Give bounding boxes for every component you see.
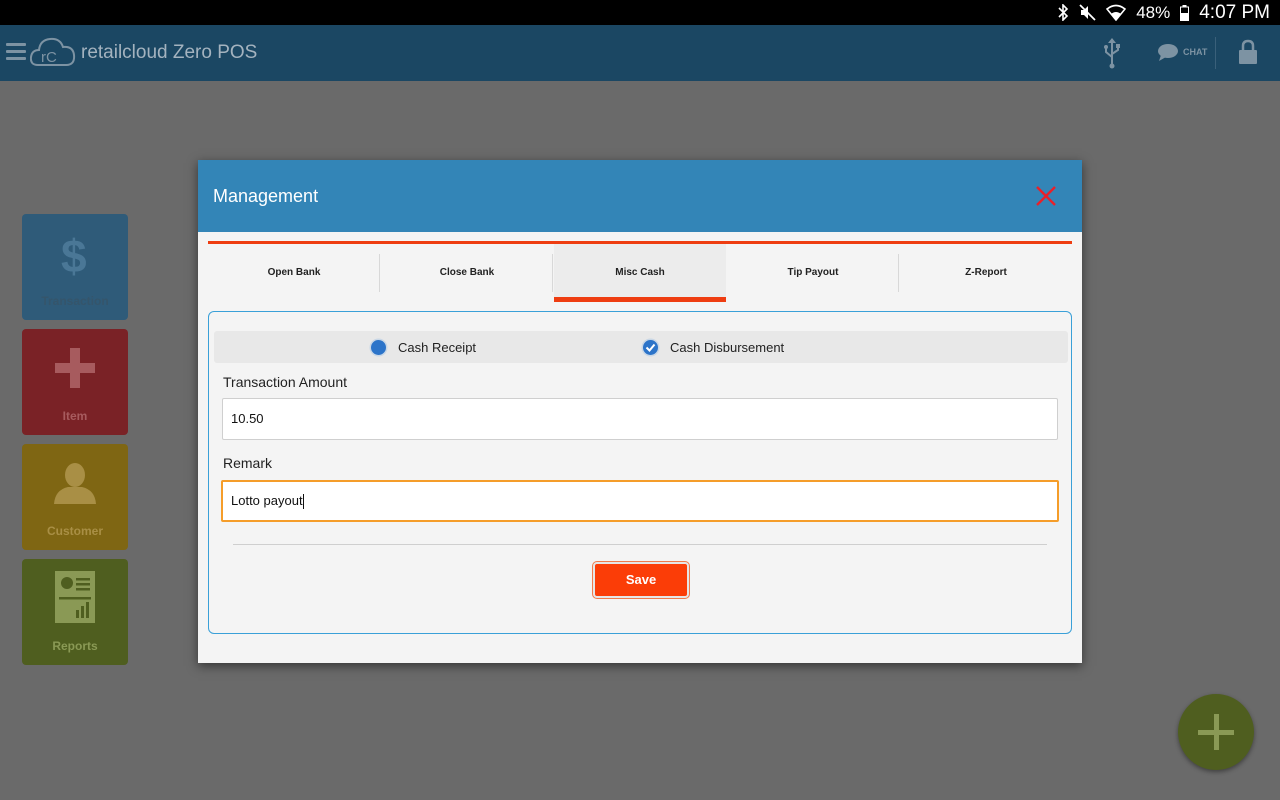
app-bar: rC retailcloud Zero POS CHAT — [0, 25, 1280, 81]
sidebar-tile-customer[interactable]: Customer — [22, 444, 128, 550]
save-button[interactable]: Save — [593, 562, 689, 598]
retailcloud-logo: rC — [30, 37, 76, 66]
radio-checked-icon — [641, 338, 660, 356]
report-icon — [55, 571, 95, 623]
person-icon — [54, 463, 96, 504]
sidebar-tile-label: Reports — [52, 639, 98, 653]
sidebar-tile-item[interactable]: Item — [22, 329, 128, 435]
tab-misc-cash[interactable]: Misc Cash — [554, 244, 726, 302]
lock-icon[interactable] — [1238, 39, 1258, 65]
dialog-header: Management — [198, 160, 1082, 232]
wifi-icon — [1106, 4, 1127, 21]
tab-bar: Open Bank Close Bank Misc Cash Tip Payou… — [208, 241, 1072, 302]
sidebar-tile-transaction[interactable]: $ Transaction — [22, 214, 128, 320]
chat-label: CHAT — [1183, 47, 1208, 57]
sidebar-tile-label: Customer — [46, 524, 103, 538]
management-dialog: Management Open Bank Close Bank Misc Cas… — [198, 160, 1082, 663]
remark-label: Remark — [223, 455, 273, 471]
cash-disbursement-label: Cash Disbursement — [670, 339, 785, 355]
remark-value: Lotto payout — [231, 493, 303, 508]
tab-tip-payout[interactable]: Tip Payout — [727, 244, 899, 301]
radio-unchecked-icon — [369, 338, 388, 356]
transaction-amount-field[interactable]: 10.50 — [222, 398, 1058, 440]
usb-icon[interactable] — [1102, 37, 1122, 69]
menu-icon[interactable] — [6, 43, 26, 61]
bluetooth-icon — [1058, 4, 1069, 21]
dollar-icon: $ — [61, 230, 87, 282]
cash-receipt-label: Cash Receipt — [398, 339, 477, 355]
tab-z-report[interactable]: Z-Report — [900, 244, 1072, 301]
plus-icon — [55, 348, 95, 388]
transaction-amount-value: 10.50 — [231, 411, 264, 426]
text-cursor — [302, 494, 304, 510]
chat-icon — [1158, 44, 1178, 61]
cash-disbursement-radio[interactable]: Cash Disbursement — [641, 337, 784, 357]
sidebar-tile-label: Transaction — [41, 294, 109, 308]
form-divider — [233, 544, 1047, 545]
svg-text:rC: rC — [41, 49, 57, 66]
close-icon[interactable] — [1034, 184, 1058, 208]
transaction-amount-label: Transaction Amount — [223, 374, 347, 390]
sidebar-tile-label: Item — [62, 409, 88, 423]
cash-receipt-radio[interactable]: Cash Receipt — [369, 337, 476, 357]
cash-type-radio-group: Cash Receipt Cash Disbursement — [214, 331, 1068, 363]
tab-close-bank[interactable]: Close Bank — [381, 244, 553, 301]
status-bar: 48% 4:07 PM — [0, 0, 1280, 25]
dialog-title: Management — [213, 186, 319, 206]
sidebar-tile-reports[interactable]: Reports — [22, 559, 128, 665]
plus-icon — [1198, 714, 1234, 750]
tab-open-bank[interactable]: Open Bank — [208, 244, 380, 301]
battery-percent: 48% — [1136, 2, 1171, 22]
battery-icon — [1180, 4, 1190, 21]
remark-field[interactable]: Lotto payout — [221, 480, 1059, 522]
chat-button[interactable]: CHAT — [1157, 42, 1207, 62]
mute-icon — [1079, 4, 1096, 21]
clock: 4:07 PM — [1199, 1, 1270, 23]
appbar-divider — [1215, 37, 1216, 69]
svg-text:$: $ — [61, 230, 87, 282]
add-fab-button[interactable] — [1178, 694, 1254, 770]
misc-cash-panel: Cash Receipt Cash Disbursement Transacti… — [208, 311, 1072, 634]
app-title: retailcloud Zero POS — [81, 42, 258, 63]
